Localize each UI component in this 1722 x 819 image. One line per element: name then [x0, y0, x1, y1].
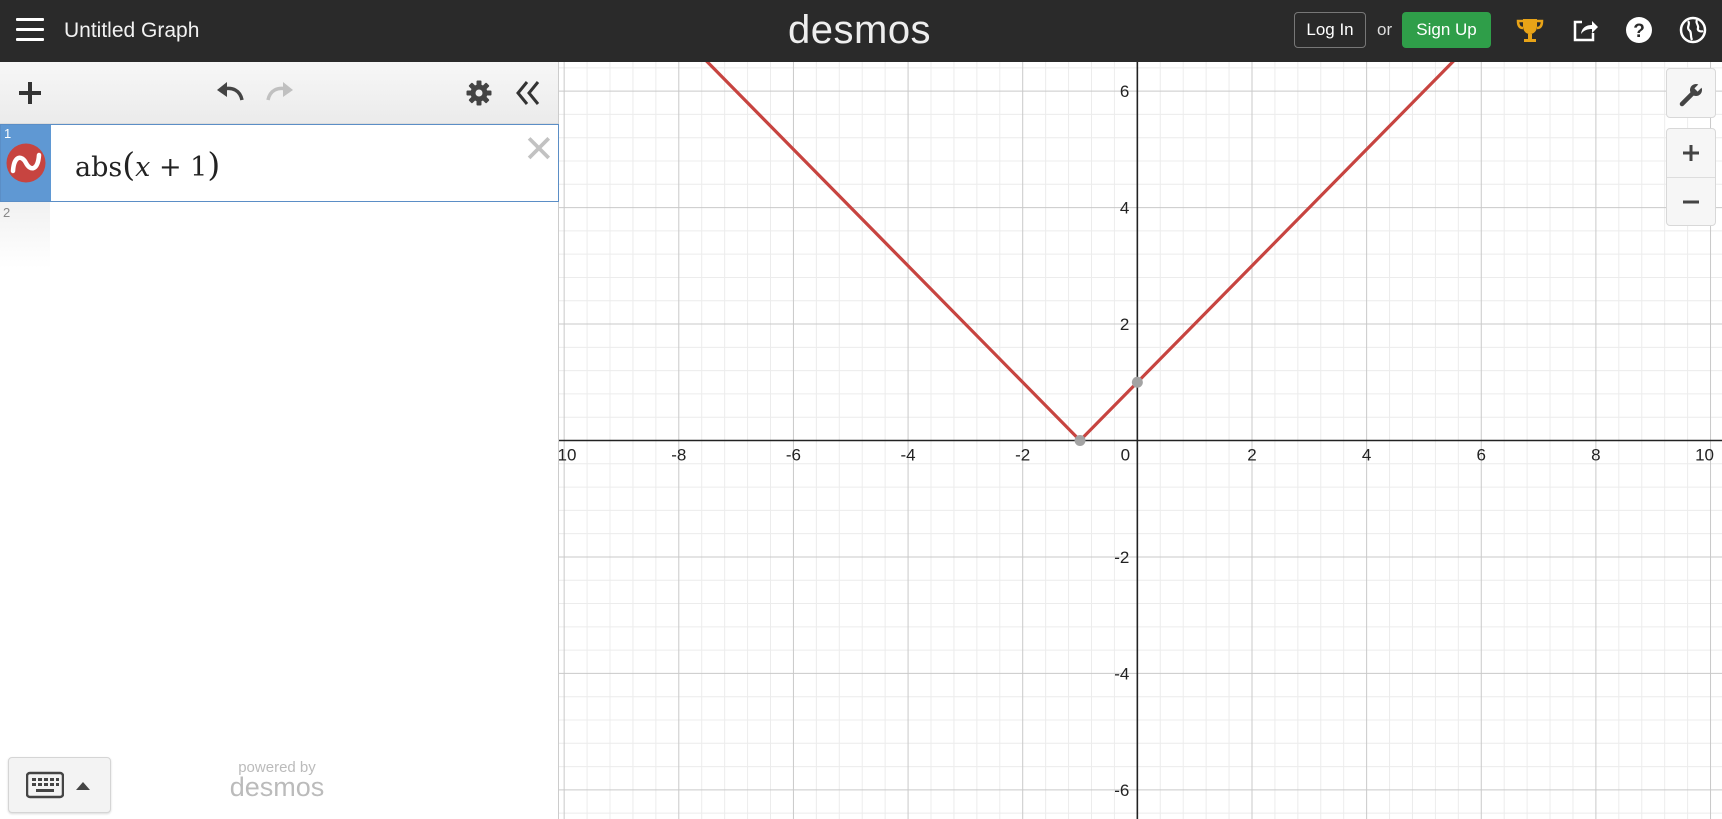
powered-by-brand: desmos [229, 772, 325, 802]
keyboard-icon [26, 771, 64, 799]
expression-index: 1 [4, 126, 12, 141]
variable: x [135, 152, 151, 183]
keyboard-toggle-button[interactable] [8, 757, 111, 813]
x-tick-label: 10 [1695, 446, 1714, 465]
menu-icon[interactable] [16, 18, 44, 42]
wrench-icon [1679, 81, 1705, 107]
graph-settings-button[interactable] [1666, 68, 1716, 118]
help-icon[interactable]: ? [1623, 14, 1655, 46]
expression-row-1[interactable]: 1 abs(x + 1) ✕ [0, 124, 559, 202]
y-tick-label: 2 [1120, 315, 1129, 334]
or-label: or [1377, 20, 1393, 39]
y-tick-label: -6 [1114, 781, 1129, 800]
x-tick-label: -2 [1015, 446, 1030, 465]
expression-toolbar [0, 62, 558, 124]
zoom-controls [1666, 128, 1716, 226]
x-tick-label: -10 [559, 446, 576, 465]
zoom-out-button[interactable] [1667, 178, 1715, 226]
constant: 1 [190, 152, 208, 183]
signup-button[interactable]: Sign Up [1402, 12, 1491, 48]
x-tick-label: 2 [1247, 446, 1256, 465]
powered-by-logo[interactable]: powered by desmos [222, 759, 332, 803]
point-of-interest [1074, 435, 1086, 446]
operator: + [158, 152, 182, 183]
x-tick-label: -6 [786, 446, 801, 465]
top-bar: Untitled Graph desmos Log In or Sign Up … [0, 0, 1722, 62]
login-button[interactable]: Log In [1294, 12, 1366, 48]
point-of-interest [1131, 376, 1143, 388]
redo-icon[interactable] [264, 78, 296, 106]
x-tick-label: 4 [1362, 446, 1371, 465]
y-tick-label: 6 [1120, 82, 1129, 101]
x-tick-label: 6 [1477, 446, 1486, 465]
desmos-logo: desmos [788, 8, 932, 52]
settings-gear-icon[interactable] [465, 79, 493, 107]
x-tick-label: 8 [1591, 446, 1600, 465]
expression-tab-empty: 2 [0, 202, 50, 268]
add-item-icon[interactable] [17, 80, 43, 106]
x-tick-label: -4 [901, 446, 916, 465]
expression-index: 2 [3, 205, 11, 220]
minus-icon [1683, 200, 1699, 204]
y-tick-label: -2 [1114, 548, 1129, 567]
caret-up-icon [76, 782, 90, 790]
trophy-icon[interactable] [1514, 14, 1546, 46]
expression-row-2[interactable]: 2 [0, 202, 559, 268]
graph-canvas[interactable]: -10 -8 -6 -4 -2 0 2 4 6 8 10 -6 -4 -2 2 4 6 [559, 62, 1722, 819]
expression-color-tab[interactable]: 1 [1, 125, 51, 201]
plus-icon [1683, 145, 1699, 161]
x-tick-label: -8 [671, 446, 686, 465]
expression-formula[interactable]: abs(x + 1) [75, 145, 220, 184]
undo-icon[interactable] [214, 78, 246, 106]
graph-paper[interactable]: -10 -8 -6 -4 -2 0 2 4 6 8 10 -6 -4 -2 2 4 6 [559, 62, 1722, 819]
share-icon[interactable] [1569, 14, 1601, 46]
y-tick-label: 4 [1120, 199, 1129, 218]
expression-panel: 1 abs(x + 1) ✕ 2 powered by desmos [0, 62, 559, 819]
globe-icon[interactable] [1677, 14, 1709, 46]
collapse-panel-icon[interactable] [515, 79, 541, 107]
graph-title[interactable]: Untitled Graph [64, 19, 199, 43]
y-tick-label: -4 [1114, 664, 1129, 683]
delete-expression-icon[interactable]: ✕ [523, 131, 555, 169]
function-name: abs [75, 152, 123, 183]
svg-text:?: ? [1633, 21, 1645, 42]
zoom-in-button[interactable] [1667, 129, 1715, 177]
x-tick-label: 0 [1121, 446, 1130, 465]
function-curve [705, 62, 1455, 443]
graph-style-icon[interactable] [5, 142, 47, 184]
